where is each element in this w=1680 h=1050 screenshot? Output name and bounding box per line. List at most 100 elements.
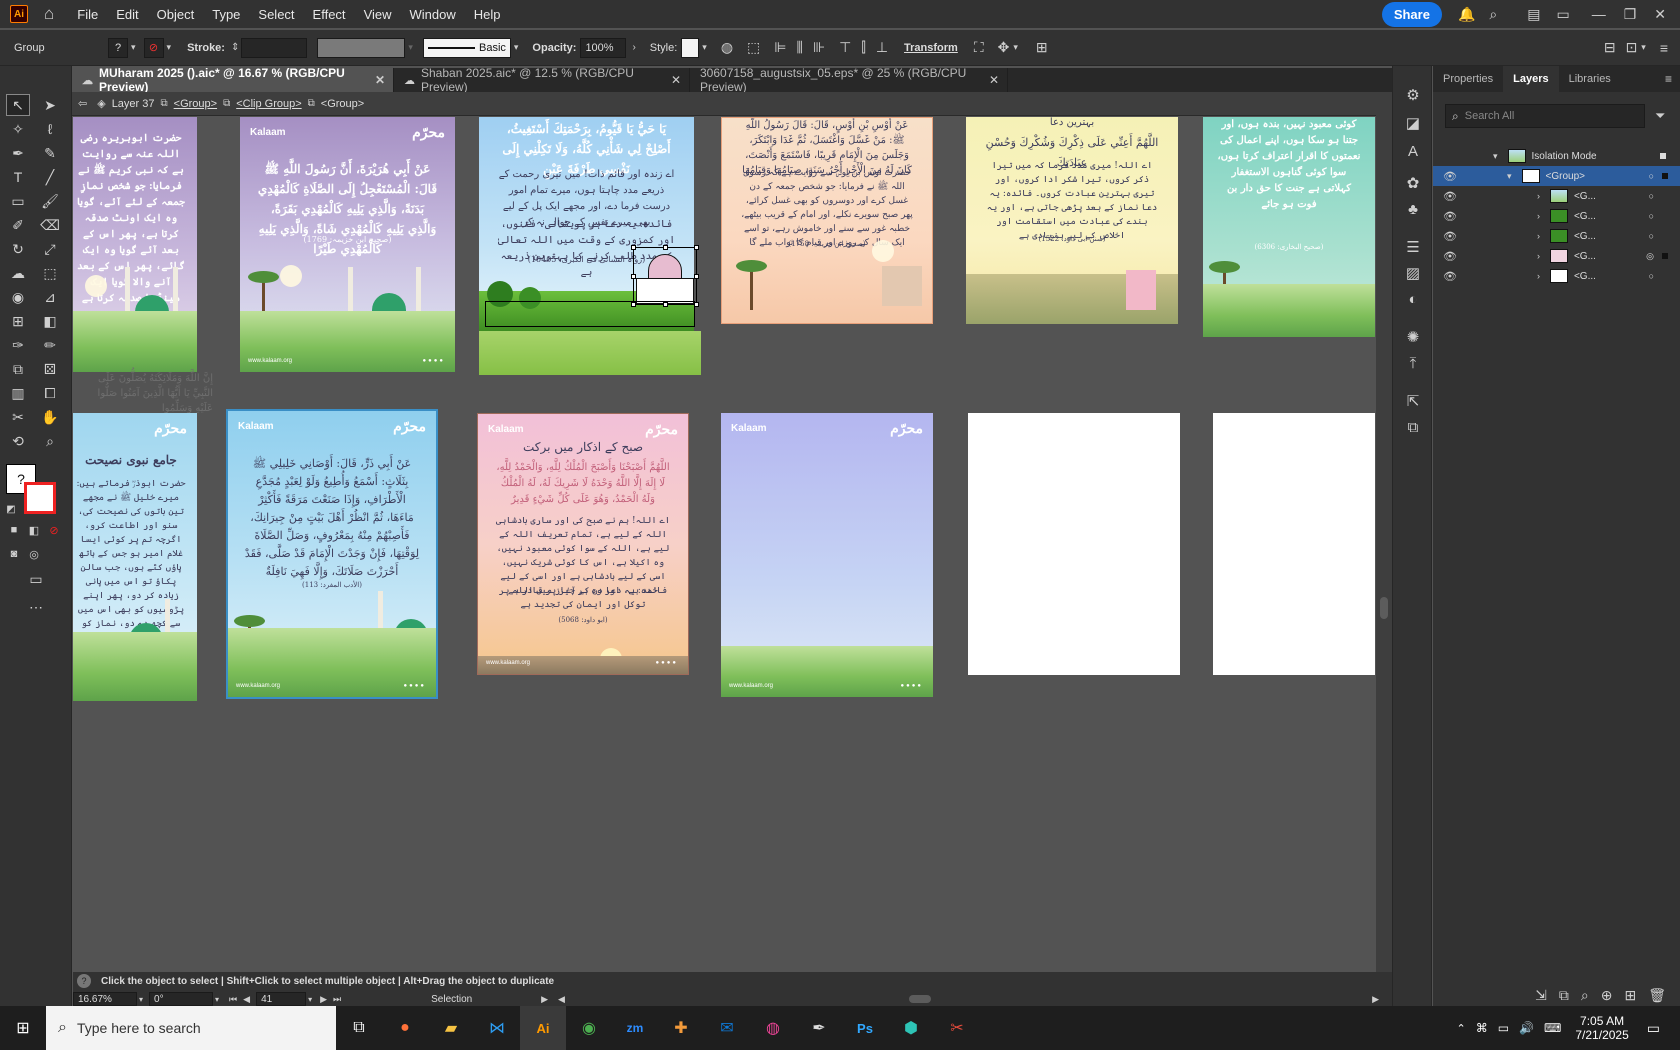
breadcrumb-group[interactable]: <Group> — [174, 98, 217, 110]
clock[interactable]: 7:05 AM 7/21/2025 — [1575, 1014, 1628, 1042]
artboard-7[interactable]: محرّم جامع نبوی نصیحت حضرت ابوذرؓ فرماتے… — [73, 413, 197, 701]
target-circle-icon[interactable]: ○ — [1649, 271, 1654, 281]
none-mode-icon[interactable]: ⊘ — [46, 522, 62, 538]
expand-arrow-icon[interactable]: › — [1537, 231, 1540, 241]
transform-link[interactable]: Transform — [904, 42, 958, 54]
sublayer-row[interactable]: 👁 › <G... ◎ — [1433, 246, 1680, 266]
selection-indicator[interactable] — [1662, 173, 1668, 179]
symbols-panel-icon[interactable]: ♣ — [1401, 198, 1425, 220]
menu-select[interactable]: Select — [249, 7, 303, 22]
minimize-icon[interactable]: — — [1592, 6, 1606, 22]
eraser-tool-icon[interactable]: ⌫ — [38, 214, 62, 236]
fill-swatch[interactable]: ? — [108, 37, 128, 58]
menu-help[interactable]: Help — [465, 7, 510, 22]
opacity-arrow-icon[interactable]: › — [632, 42, 635, 53]
sublayer-row[interactable]: 👁 › <G... ○ — [1433, 266, 1680, 286]
default-colors-icon[interactable]: ◩ — [4, 502, 18, 516]
target-circle-icon[interactable]: ○ — [1649, 211, 1654, 221]
scroll-left-icon[interactable]: ◀ — [558, 994, 565, 1005]
visibility-eye-icon[interactable]: 👁 — [1443, 270, 1457, 283]
stroke-weight-field[interactable] — [241, 37, 308, 58]
target-circle-icon[interactable]: ○ — [1649, 171, 1654, 181]
menu-effect[interactable]: Effect — [304, 7, 355, 22]
perspective-grid-tool-icon[interactable]: ⊿ — [38, 286, 62, 308]
artboard-8[interactable]: Kalaam محرّم عَنْ أَبِي ذَرٍّ، قَالَ: أَ… — [226, 409, 438, 699]
help-icon[interactable]: ? — [77, 974, 91, 988]
notification-icon[interactable]: ▭ — [1647, 1020, 1660, 1037]
zoom-dropdown-icon[interactable]: ▾ — [139, 995, 143, 1004]
target-circle-icon[interactable]: ○ — [1649, 231, 1654, 241]
prev-artboard-icon[interactable]: ◀ — [243, 994, 250, 1005]
stroke-swatch[interactable]: ⊘ — [143, 37, 164, 58]
locate-object-icon[interactable]: ⌕ — [1581, 987, 1589, 1004]
resize-handle[interactable] — [694, 245, 699, 250]
artboard-dropdown-icon[interactable]: ▾ — [308, 995, 312, 1004]
arrange-documents-icon[interactable]: ⊡ — [1626, 39, 1638, 56]
menu-view[interactable]: View — [355, 7, 401, 22]
type-tool-icon[interactable]: T — [6, 166, 30, 188]
scroll-right-icon[interactable]: ▶ — [1372, 994, 1379, 1005]
puppet-warp-icon[interactable]: ✥ — [998, 39, 1010, 56]
new-sublayer-icon[interactable]: ⊕ — [1601, 987, 1613, 1004]
status-menu-icon[interactable]: ▶ — [541, 994, 548, 1005]
visibility-eye-icon[interactable]: 👁 — [1443, 210, 1457, 223]
appearance-panel-icon[interactable]: ⚙ — [1401, 84, 1425, 106]
last-artboard-icon[interactable]: ⏭ — [333, 994, 341, 1005]
lasso-tool-icon[interactable]: ℓ — [38, 118, 62, 140]
first-artboard-icon[interactable]: ⏮ — [229, 994, 237, 1005]
artboard-11[interactable] — [968, 413, 1180, 675]
creative-cloud-icon[interactable]: ◍ — [750, 1006, 796, 1050]
collect-export-icon[interactable]: ⇲ — [1535, 987, 1547, 1004]
align-middle-icon[interactable]: ⫿ — [861, 39, 865, 56]
blend-tool-icon[interactable]: ⧉ — [6, 358, 30, 380]
artboard-9[interactable]: Kalaam محرّم صبح کے اذکار میں برکت اللَّ… — [477, 413, 689, 675]
direct-selection-tool-icon[interactable]: ➤ — [38, 94, 62, 116]
target-circle-icon[interactable]: ○ — [1649, 191, 1654, 201]
sublayer-row[interactable]: 👁 › <G... ○ — [1433, 206, 1680, 226]
expand-arrow-icon[interactable]: › — [1537, 251, 1540, 261]
graphic-style-swatch[interactable] — [681, 37, 700, 58]
panel-menu-icon[interactable]: ≡ — [1665, 72, 1672, 86]
draw-normal-icon[interactable]: ◙ — [6, 546, 22, 562]
artboard-tool-icon[interactable]: ⧠ — [38, 382, 62, 404]
visibility-eye-icon[interactable]: 👁 — [1443, 230, 1457, 243]
horizontal-scroll-thumb[interactable] — [908, 995, 931, 1003]
outlook-icon[interactable]: ✉ — [704, 1006, 750, 1050]
selection-indicator[interactable] — [1662, 253, 1668, 259]
selection-tool-icon[interactable]: ↖ — [6, 94, 30, 116]
align-right-icon[interactable]: ⊪ — [813, 39, 825, 56]
restore-icon[interactable]: ❐ — [1624, 6, 1637, 23]
menu-edit[interactable]: Edit — [107, 7, 147, 22]
xampp-icon[interactable]: ✚ — [658, 1006, 704, 1050]
back-arrow-icon[interactable]: ⇦ — [78, 97, 87, 110]
hand-tool-icon[interactable]: ✋ — [38, 406, 62, 428]
filter-icon[interactable]: ⏷ — [1655, 108, 1665, 124]
transparency-panel-icon[interactable]: ◐ — [1401, 288, 1425, 310]
clip-group-background[interactable] — [479, 331, 701, 375]
menu-type[interactable]: Type — [203, 7, 249, 22]
symbol-sprayer-tool-icon[interactable]: ⚄ — [38, 358, 62, 380]
measure-tool-icon[interactable]: ✏ — [38, 334, 62, 356]
expand-arrow-icon[interactable]: › — [1537, 211, 1540, 221]
collapse-arrow-icon[interactable]: ▾ — [1493, 151, 1498, 162]
pen-app-icon[interactable]: ✒ — [796, 1006, 842, 1050]
display-icon[interactable]: ▭ — [1498, 1021, 1509, 1035]
selected-mosque-object[interactable] — [631, 245, 699, 307]
network-icon[interactable]: ⌘ — [1476, 1021, 1488, 1035]
control-menu-icon[interactable]: ≡ — [1660, 40, 1668, 56]
menu-window[interactable]: Window — [401, 7, 465, 22]
slice-tool-icon[interactable]: ✂ — [6, 406, 30, 428]
pasteboard-arabic-text[interactable]: إِنَّ اللَّهَ وَمَلَائِكَتَهُ يُصَلُّونَ… — [93, 371, 213, 416]
stroke-weight-stepper[interactable]: ⇕ — [231, 42, 239, 53]
volume-icon[interactable]: 🔊 — [1519, 1021, 1534, 1035]
pen-tool-icon[interactable]: ✒ — [6, 142, 30, 164]
warp-tool-icon[interactable]: ☁ — [6, 262, 30, 284]
image-trace-panel-icon[interactable]: ◪ — [1401, 112, 1425, 134]
recolor-artwork-icon[interactable]: ◍ — [721, 39, 733, 56]
close-tab-icon[interactable]: ✕ — [671, 73, 681, 87]
panel-toggle-icon[interactable]: ⊟ — [1604, 39, 1616, 56]
tab-layers[interactable]: Layers — [1503, 66, 1559, 92]
stroke-color-icon[interactable] — [24, 482, 56, 514]
character-panel-icon[interactable]: A — [1401, 140, 1425, 162]
vertical-scroll-thumb[interactable] — [1380, 597, 1388, 619]
